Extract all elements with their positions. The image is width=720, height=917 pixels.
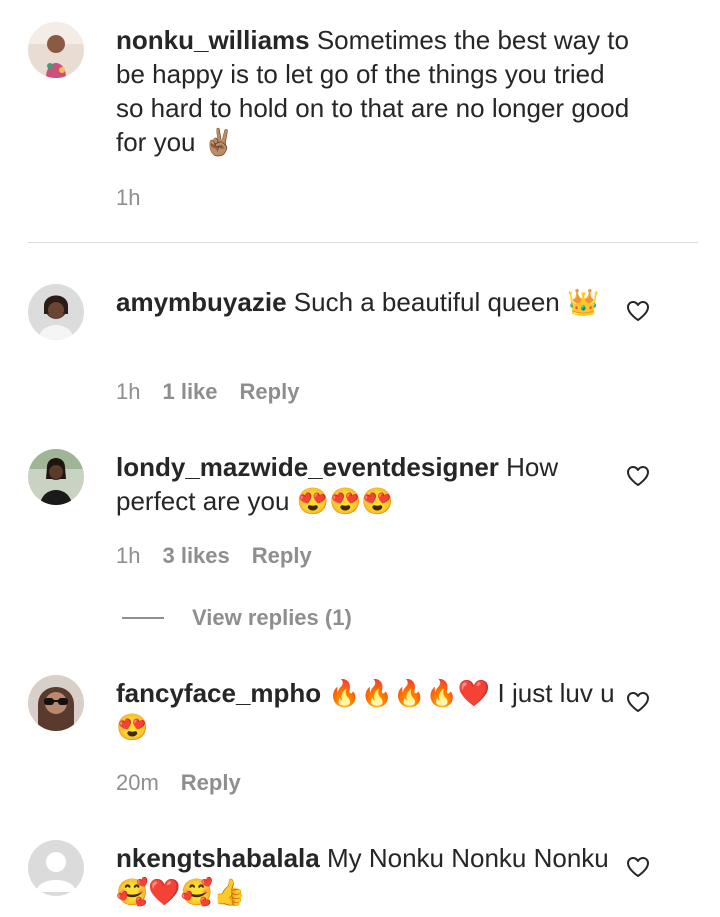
username[interactable]: nkengtshabalala: [116, 843, 320, 873]
default-avatar-icon: [28, 840, 84, 896]
timestamp: 20m: [116, 770, 159, 795]
comment-text-block: fancyface_mpho 🔥🔥🔥🔥❤️ I just luv u 😍: [116, 676, 636, 744]
avatar-photo: [28, 284, 84, 340]
avatar[interactable]: [28, 449, 84, 505]
username[interactable]: fancyface_mpho: [116, 678, 321, 708]
avatar-photo: [28, 449, 84, 505]
reply-button[interactable]: Reply: [252, 542, 312, 570]
timestamp: 1h: [116, 185, 141, 210]
timestamp: 1h: [116, 379, 141, 404]
view-replies-line: [122, 617, 164, 619]
reply-button[interactable]: Reply: [181, 769, 241, 797]
comment-text-block: nonku_williams Sometimes the best way to…: [116, 23, 636, 159]
username[interactable]: amymbuyazie: [116, 287, 287, 317]
likes-count[interactable]: 3 likes: [162, 542, 229, 570]
username[interactable]: nonku_williams: [116, 25, 310, 55]
heart-icon[interactable]: [626, 856, 650, 878]
heart-icon[interactable]: [626, 465, 650, 487]
comment-text-block: nkengtshabalala My Nonku Nonku Nonku 🥰❤️…: [116, 841, 636, 909]
comment-meta: 20m Reply: [116, 769, 241, 797]
timestamp: 1h: [116, 543, 141, 568]
username[interactable]: londy_mazwide_eventdesigner: [116, 452, 499, 482]
comment-meta: 1h 1 like Reply: [116, 378, 299, 406]
comment-meta: 1h: [116, 184, 140, 212]
comment-text-block: amymbuyazie Such a beautiful queen 👑: [116, 285, 636, 319]
heart-icon[interactable]: [626, 300, 650, 322]
view-replies-label: View replies (1): [192, 605, 352, 630]
avatar[interactable]: [28, 675, 84, 731]
avatar[interactable]: [28, 22, 84, 78]
comment-body: Such a beautiful queen 👑: [293, 287, 600, 317]
avatar-photo: [28, 22, 84, 78]
avatar-photo: [28, 675, 84, 731]
comment-text-block: londy_mazwide_eventdesigner How perfect …: [116, 450, 636, 518]
comment-meta: 1h 3 likes Reply: [116, 542, 312, 570]
avatar[interactable]: [28, 840, 84, 896]
likes-count[interactable]: 1 like: [162, 378, 217, 406]
avatar[interactable]: [28, 284, 84, 340]
reply-button[interactable]: Reply: [240, 378, 300, 406]
heart-icon[interactable]: [626, 691, 650, 713]
caption-divider: [28, 242, 698, 243]
view-replies-button[interactable]: View replies (1): [122, 605, 352, 631]
